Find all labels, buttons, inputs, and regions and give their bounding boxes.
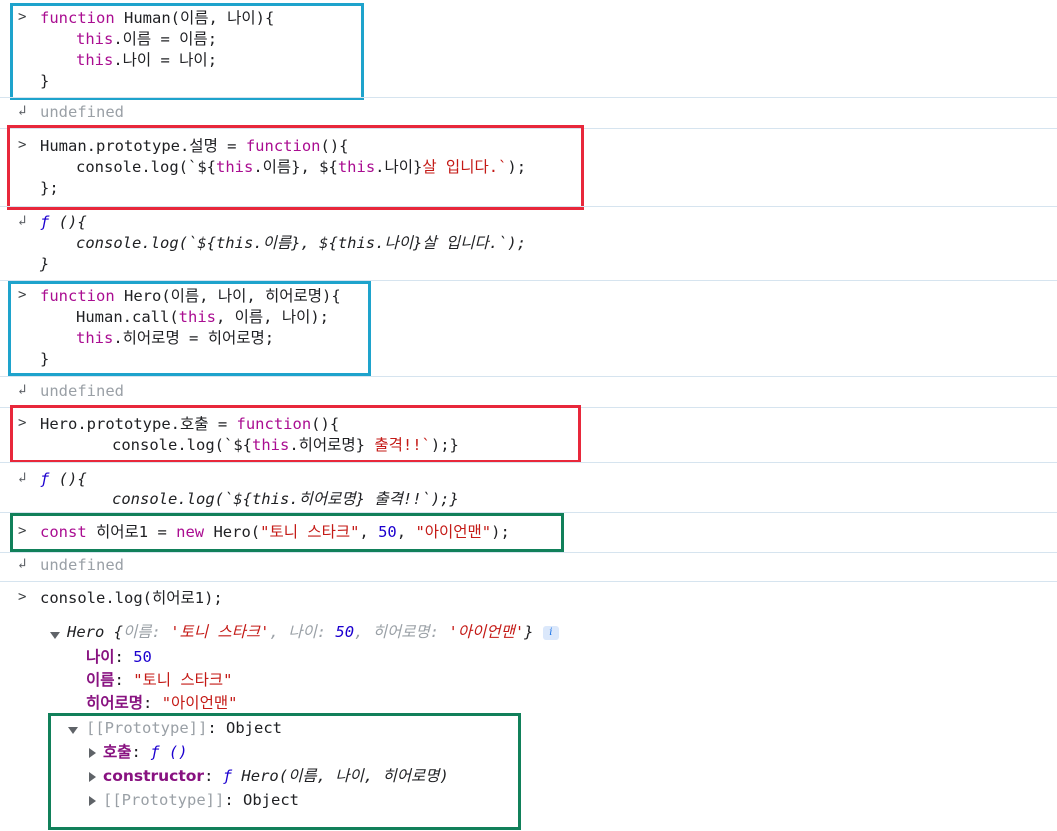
function-icon: ƒ (40, 470, 50, 488)
code-line: console.log(히어로1); (40, 589, 223, 607)
return-arrow-icon: ↲ (18, 470, 27, 486)
return-arrow-icon: ↲ (18, 213, 27, 229)
highlight-box (10, 513, 564, 552)
highlight-box (48, 713, 521, 830)
code-text: (){ (49, 470, 87, 488)
return-arrow-icon: ↲ (18, 382, 27, 398)
object-summary[interactable]: Hero {이름: '토니 스타크', 나이: 50, 히어로명: '아이언맨'… (67, 622, 559, 643)
property-value: "아이언맨" (161, 694, 238, 712)
object-property: 이름: "토니 스타크" (86, 671, 233, 689)
property-value: 50 (133, 648, 152, 666)
function-icon: ƒ (40, 213, 50, 231)
divider (0, 552, 1057, 553)
property-key: 나이 (86, 648, 115, 666)
property-value: "토니 스타크" (133, 671, 233, 689)
function-result-body: console.log(`${this.이름}, ${this.나이}살 입니다… (76, 234, 527, 252)
summary-key: 히어로명 (372, 623, 430, 641)
property-key: 히어로명 (86, 694, 144, 712)
info-icon[interactable]: i (542, 625, 559, 640)
function-result-body: console.log(`${this.히어로명} 출격!!`);} (112, 490, 459, 508)
summary-value: '아이언맨' (448, 623, 525, 641)
highlight-box (7, 125, 584, 210)
divider (0, 206, 1057, 207)
brace: { (113, 623, 124, 641)
class-name: Hero (67, 623, 114, 641)
summary-value: 50 (335, 623, 355, 641)
highlight-box (8, 281, 371, 376)
object-property: 나이: 50 (86, 648, 152, 666)
return-arrow-icon: ↲ (18, 556, 27, 572)
summary-key: 이름 (123, 623, 152, 641)
highlight-box (10, 405, 581, 463)
result-undefined: undefined (40, 103, 124, 121)
result-undefined: undefined (40, 556, 124, 574)
function-result: ƒ (){ (40, 212, 87, 233)
return-arrow-icon: ↲ (18, 103, 27, 119)
code-text: (){ (49, 213, 87, 231)
prompt-chevron-icon: > (18, 589, 27, 605)
summary-value: '토니 스타크' (170, 623, 270, 641)
function-result-end: } (40, 255, 50, 273)
brace: } (524, 623, 534, 641)
property-key: 이름 (86, 671, 115, 689)
object-property: 히어로명: "아이언맨" (86, 694, 238, 712)
triangle-down-icon[interactable] (50, 632, 60, 639)
highlight-box (10, 3, 364, 100)
result-undefined: undefined (40, 382, 124, 400)
divider (0, 97, 1057, 98)
divider (0, 462, 1057, 463)
divider (0, 376, 1057, 377)
summary-key: 나이 (288, 623, 317, 641)
function-result: ƒ (){ (40, 469, 87, 490)
divider (0, 581, 1057, 582)
